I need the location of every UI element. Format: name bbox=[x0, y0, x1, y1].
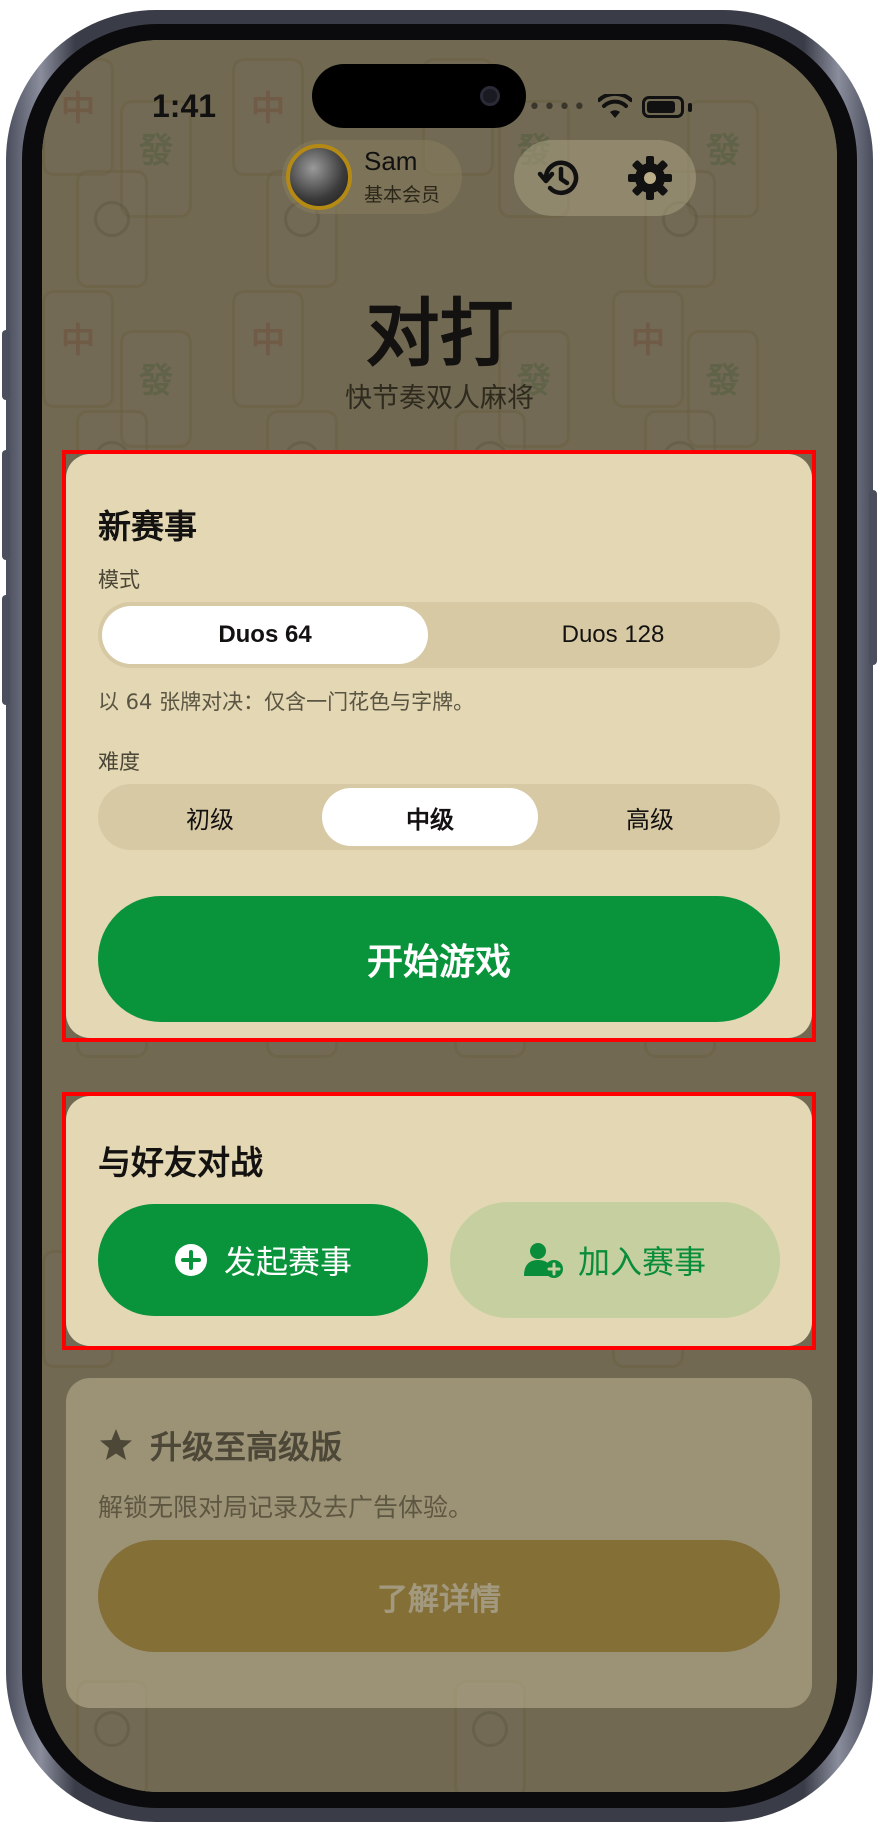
friends-title: 与好友对战 bbox=[98, 1143, 263, 1182]
upgrade-title-row: 升级至高级版 bbox=[98, 1422, 342, 1468]
battery-tip bbox=[687, 102, 692, 112]
plus-circle-icon bbox=[174, 1244, 207, 1276]
upgrade-text: 解锁无限对局记录及去广告体验。 bbox=[98, 1493, 474, 1522]
action-button bbox=[2, 330, 10, 400]
history-icon bbox=[537, 160, 579, 196]
mode-label: 模式 bbox=[98, 568, 140, 592]
volume-down-button bbox=[2, 595, 10, 705]
join-match-label: 加入赛事 bbox=[577, 1243, 706, 1281]
status-indicators: •••• bbox=[528, 94, 692, 120]
star-icon bbox=[100, 1429, 132, 1460]
mode-selector: Duos 64 Duos 128 bbox=[98, 602, 780, 668]
gear-icon bbox=[628, 156, 672, 200]
host-match-button[interactable]: 发起赛事 bbox=[98, 1204, 428, 1316]
profile-chip[interactable]: Sam 基本会员 bbox=[282, 140, 462, 214]
settings-button[interactable] bbox=[622, 150, 678, 206]
profile-name: Sam bbox=[364, 146, 418, 176]
mode-option-duos-128[interactable]: Duos 128 bbox=[450, 606, 776, 664]
join-match-button[interactable]: 加入赛事 bbox=[450, 1202, 780, 1318]
difficulty-label: 难度 bbox=[98, 750, 140, 774]
friends-card: 与好友对战 发起赛事 加入赛事 bbox=[66, 1096, 812, 1346]
host-match-label: 发起赛事 bbox=[223, 1243, 352, 1281]
cellular-signal-icon: •••• bbox=[528, 94, 588, 120]
learn-more-button[interactable]: 了解详情 bbox=[98, 1540, 780, 1652]
history-button[interactable] bbox=[532, 150, 588, 206]
upgrade-title: 升级至高级版 bbox=[150, 1428, 343, 1466]
profile-tier: 基本会员 bbox=[364, 184, 441, 206]
camera-icon bbox=[480, 86, 500, 106]
wifi-icon bbox=[597, 94, 632, 118]
start-game-button[interactable]: 开始游戏 bbox=[98, 896, 780, 1022]
page-subtitle: 快节奏双人麻将 bbox=[345, 383, 534, 414]
power-button bbox=[869, 490, 877, 665]
screen: 中 發 中 中 發 發 中 發 中 發 中 發 中 中 1:41 •••• bbox=[42, 40, 837, 1792]
volume-up-button bbox=[2, 450, 10, 560]
new-match-title: 新赛事 bbox=[98, 507, 197, 546]
difficulty-selector: 初级 中级 高级 bbox=[98, 784, 780, 850]
difficulty-option-beginner[interactable]: 初级 bbox=[102, 788, 318, 846]
battery-icon bbox=[641, 96, 684, 118]
difficulty-option-intermediate[interactable]: 中级 bbox=[322, 788, 538, 846]
avatar bbox=[286, 144, 352, 210]
status-time: 1:41 bbox=[152, 88, 217, 124]
upgrade-card: 升级至高级版 解锁无限对局记录及去广告体验。 了解详情 bbox=[66, 1378, 812, 1708]
new-match-card: 新赛事 模式 Duos 64 Duos 128 以 64 张牌对决：仅含一门花色… bbox=[66, 454, 812, 1038]
header-actions bbox=[514, 140, 696, 216]
page-title: 对打 bbox=[365, 291, 514, 377]
dynamic-island bbox=[312, 64, 526, 128]
mode-hint: 以 64 张牌对决：仅含一门花色与字牌。 bbox=[98, 690, 475, 714]
mode-option-duos-64[interactable]: Duos 64 bbox=[102, 606, 428, 664]
add-person-icon bbox=[523, 1243, 563, 1278]
difficulty-option-advanced[interactable]: 高级 bbox=[542, 788, 758, 846]
